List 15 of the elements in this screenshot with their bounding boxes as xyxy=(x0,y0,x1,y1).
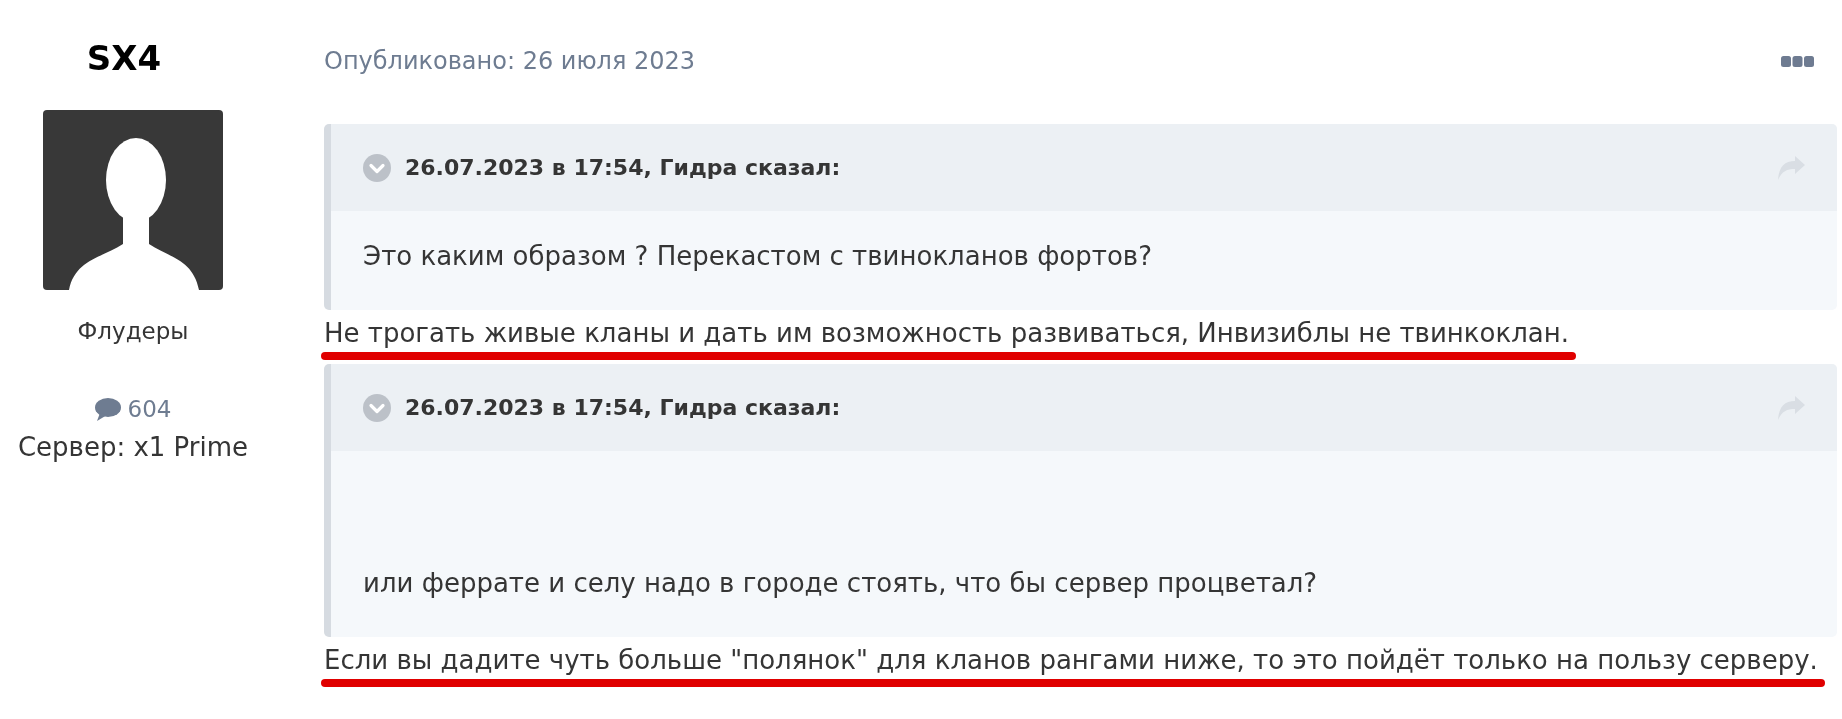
member-group: Флудеры xyxy=(77,316,189,346)
ellipsis-icon[interactable] xyxy=(1781,55,1814,67)
server-label: Сервер: x1 Prime xyxy=(17,432,249,462)
reply-text: Если вы дадите чуть больше "полянок" для кланов рангами ниже, то это пойдёт только на пользу серверу. xyxy=(324,644,1818,677)
post-count: 604 xyxy=(127,395,172,424)
reply-text: Не трогать живые кланы и дать им возможность развиваться, Инвизиблы не твинкоклан. xyxy=(324,317,1569,350)
quote-citation: 26.07.2023 в 17:54, Гидра сказал: xyxy=(405,153,842,182)
chevron-down-icon[interactable] xyxy=(363,153,391,182)
comment-icon xyxy=(94,397,121,421)
quote-text: или феррате и селу надо в городе стоять, что бы сервер процветал? xyxy=(363,567,1319,600)
author-name[interactable]: SX4 xyxy=(86,38,162,78)
quote-text: Это каким образом ? Перекастом с твинокланов фортов? xyxy=(363,240,1153,273)
quote-citation: 26.07.2023 в 17:54, Гидра сказал: xyxy=(405,393,842,422)
chevron-down-icon[interactable] xyxy=(363,393,391,422)
publish-date: Опубликовано: 26 июля 2023 xyxy=(324,46,696,76)
